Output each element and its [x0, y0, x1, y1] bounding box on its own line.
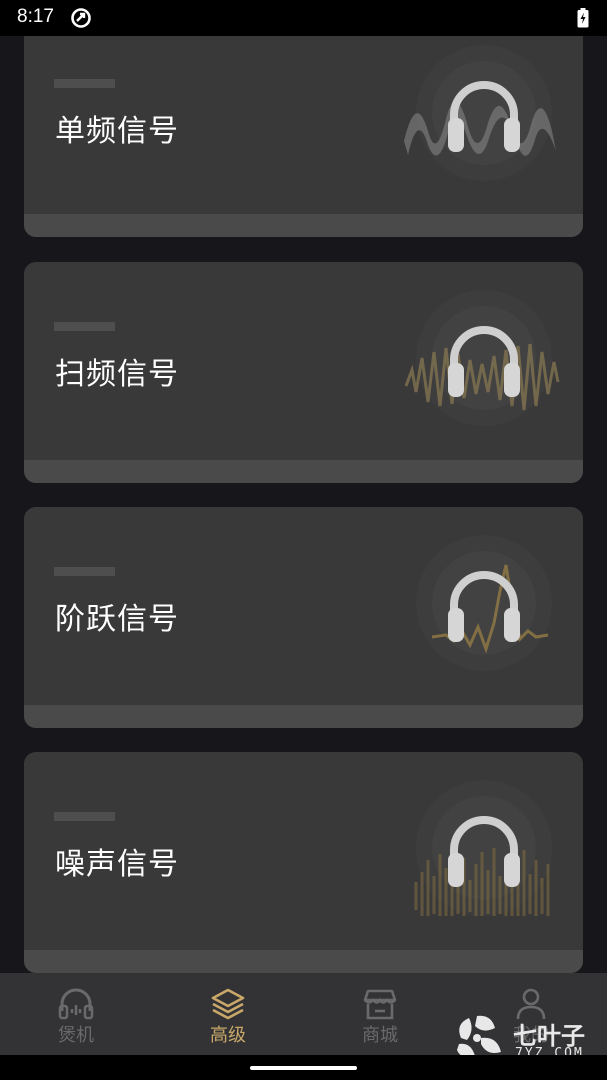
- home-indicator[interactable]: [250, 1066, 357, 1070]
- store-icon: [363, 989, 397, 1020]
- headphones-icon: [404, 290, 560, 426]
- nav-item-store[interactable]: 商城: [330, 973, 430, 1055]
- headphones-icon: [58, 988, 94, 1020]
- battery-charging-icon: [577, 8, 589, 32]
- nav-item-advanced[interactable]: 高级: [178, 973, 278, 1055]
- headphones-wave-art: [402, 31, 562, 191]
- nav-item-burn-in[interactable]: 煲机: [26, 973, 126, 1055]
- card-dash: [54, 322, 115, 331]
- status-bar: 8:17: [0, 0, 607, 36]
- card-footer: [24, 460, 583, 483]
- card-title: 阶跃信号: [55, 602, 179, 637]
- card-footer: [24, 214, 583, 237]
- circular-arrow-icon: [70, 7, 92, 33]
- card-title: 噪声信号: [55, 847, 179, 882]
- nav-label: 高级: [210, 1025, 246, 1046]
- card-dash: [54, 567, 115, 576]
- nav-label: 煲机: [58, 1025, 94, 1046]
- card-footer: [24, 950, 583, 973]
- card-dash: [54, 812, 115, 821]
- card-step-signal[interactable]: 阶跃信号: [24, 507, 583, 728]
- headphones-icon: [416, 535, 552, 671]
- card-title: 扫频信号: [55, 357, 179, 392]
- nav-label: 商城: [362, 1025, 398, 1046]
- card-footer: [24, 705, 583, 728]
- headphones-icon: [414, 780, 552, 916]
- card-dash: [54, 79, 115, 88]
- card-title: 单频信号: [55, 114, 179, 149]
- status-time: 8:17: [17, 6, 54, 27]
- card-noise-signal[interactable]: 噪声信号: [24, 752, 583, 973]
- layers-icon: [211, 988, 245, 1020]
- card-single-frequency[interactable]: 单频信号: [24, 17, 583, 237]
- card-sweep-frequency[interactable]: 扫频信号: [24, 262, 583, 483]
- headphones-wave-art: [402, 274, 562, 434]
- headphones-icon: [404, 45, 556, 181]
- headphones-wave-art: [402, 519, 562, 679]
- headphones-wave-art: [402, 764, 562, 924]
